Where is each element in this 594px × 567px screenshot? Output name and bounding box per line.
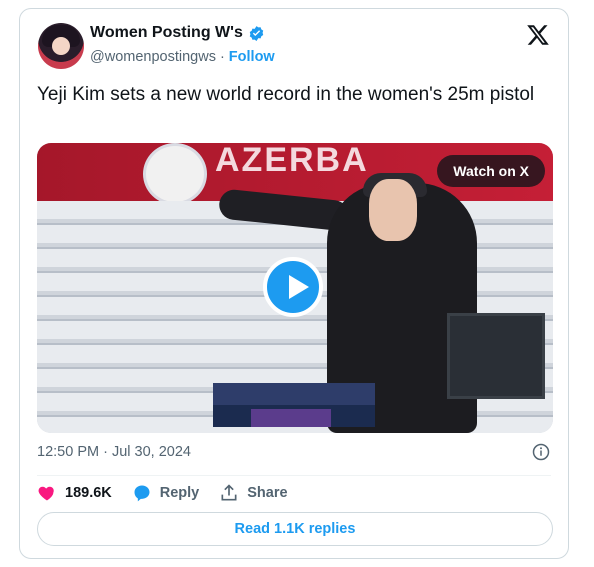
avatar[interactable]	[38, 23, 84, 69]
scoreboard-top	[213, 383, 375, 405]
video-player[interactable]: AZERBA Watch on X	[37, 143, 553, 433]
author-handle-row: @womenpostingws · Follow	[90, 49, 275, 65]
reply-button[interactable]: Reply	[132, 483, 200, 503]
separator-dot: ·	[219, 49, 225, 65]
scoreboard-series	[251, 409, 331, 427]
verified-badge-icon	[249, 25, 264, 41]
author-name-row: Women Posting W's	[90, 24, 265, 42]
divider	[37, 475, 551, 476]
share-icon	[221, 484, 237, 501]
score-monitor	[447, 313, 545, 399]
author-name[interactable]: Women Posting W's	[90, 24, 243, 42]
heart-icon	[38, 486, 54, 501]
athlete-head	[369, 179, 417, 241]
watch-on-x-button[interactable]: Watch on X	[437, 155, 545, 187]
tweet-timestamp[interactable]: 12:50 PM · Jul 30, 2024	[37, 444, 191, 460]
info-icon[interactable]	[532, 443, 550, 461]
action-bar: 189.6K Reply Share	[37, 483, 288, 503]
read-replies-button[interactable]: Read 1.1K replies	[37, 512, 553, 546]
reply-label: Reply	[159, 485, 200, 501]
x-logo-icon[interactable]	[526, 23, 550, 47]
play-button[interactable]	[263, 257, 323, 317]
tweet-text: Yeji Kim sets a new world record in the …	[37, 84, 535, 105]
event-seal	[143, 143, 207, 205]
follow-button[interactable]: Follow	[229, 49, 275, 65]
reply-bubble-icon	[134, 485, 150, 502]
banner-text: AZERBA	[215, 143, 369, 179]
like-button[interactable]: 189.6K	[37, 483, 112, 503]
play-icon	[289, 275, 309, 299]
author-handle[interactable]: @womenpostingws	[90, 49, 216, 65]
share-label: Share	[247, 485, 288, 501]
avatar-face	[52, 37, 70, 55]
like-count: 189.6K	[65, 485, 112, 501]
tweet-card: Women Posting W's @womenpostingws · Foll…	[19, 8, 569, 559]
share-button[interactable]: Share	[219, 483, 288, 503]
